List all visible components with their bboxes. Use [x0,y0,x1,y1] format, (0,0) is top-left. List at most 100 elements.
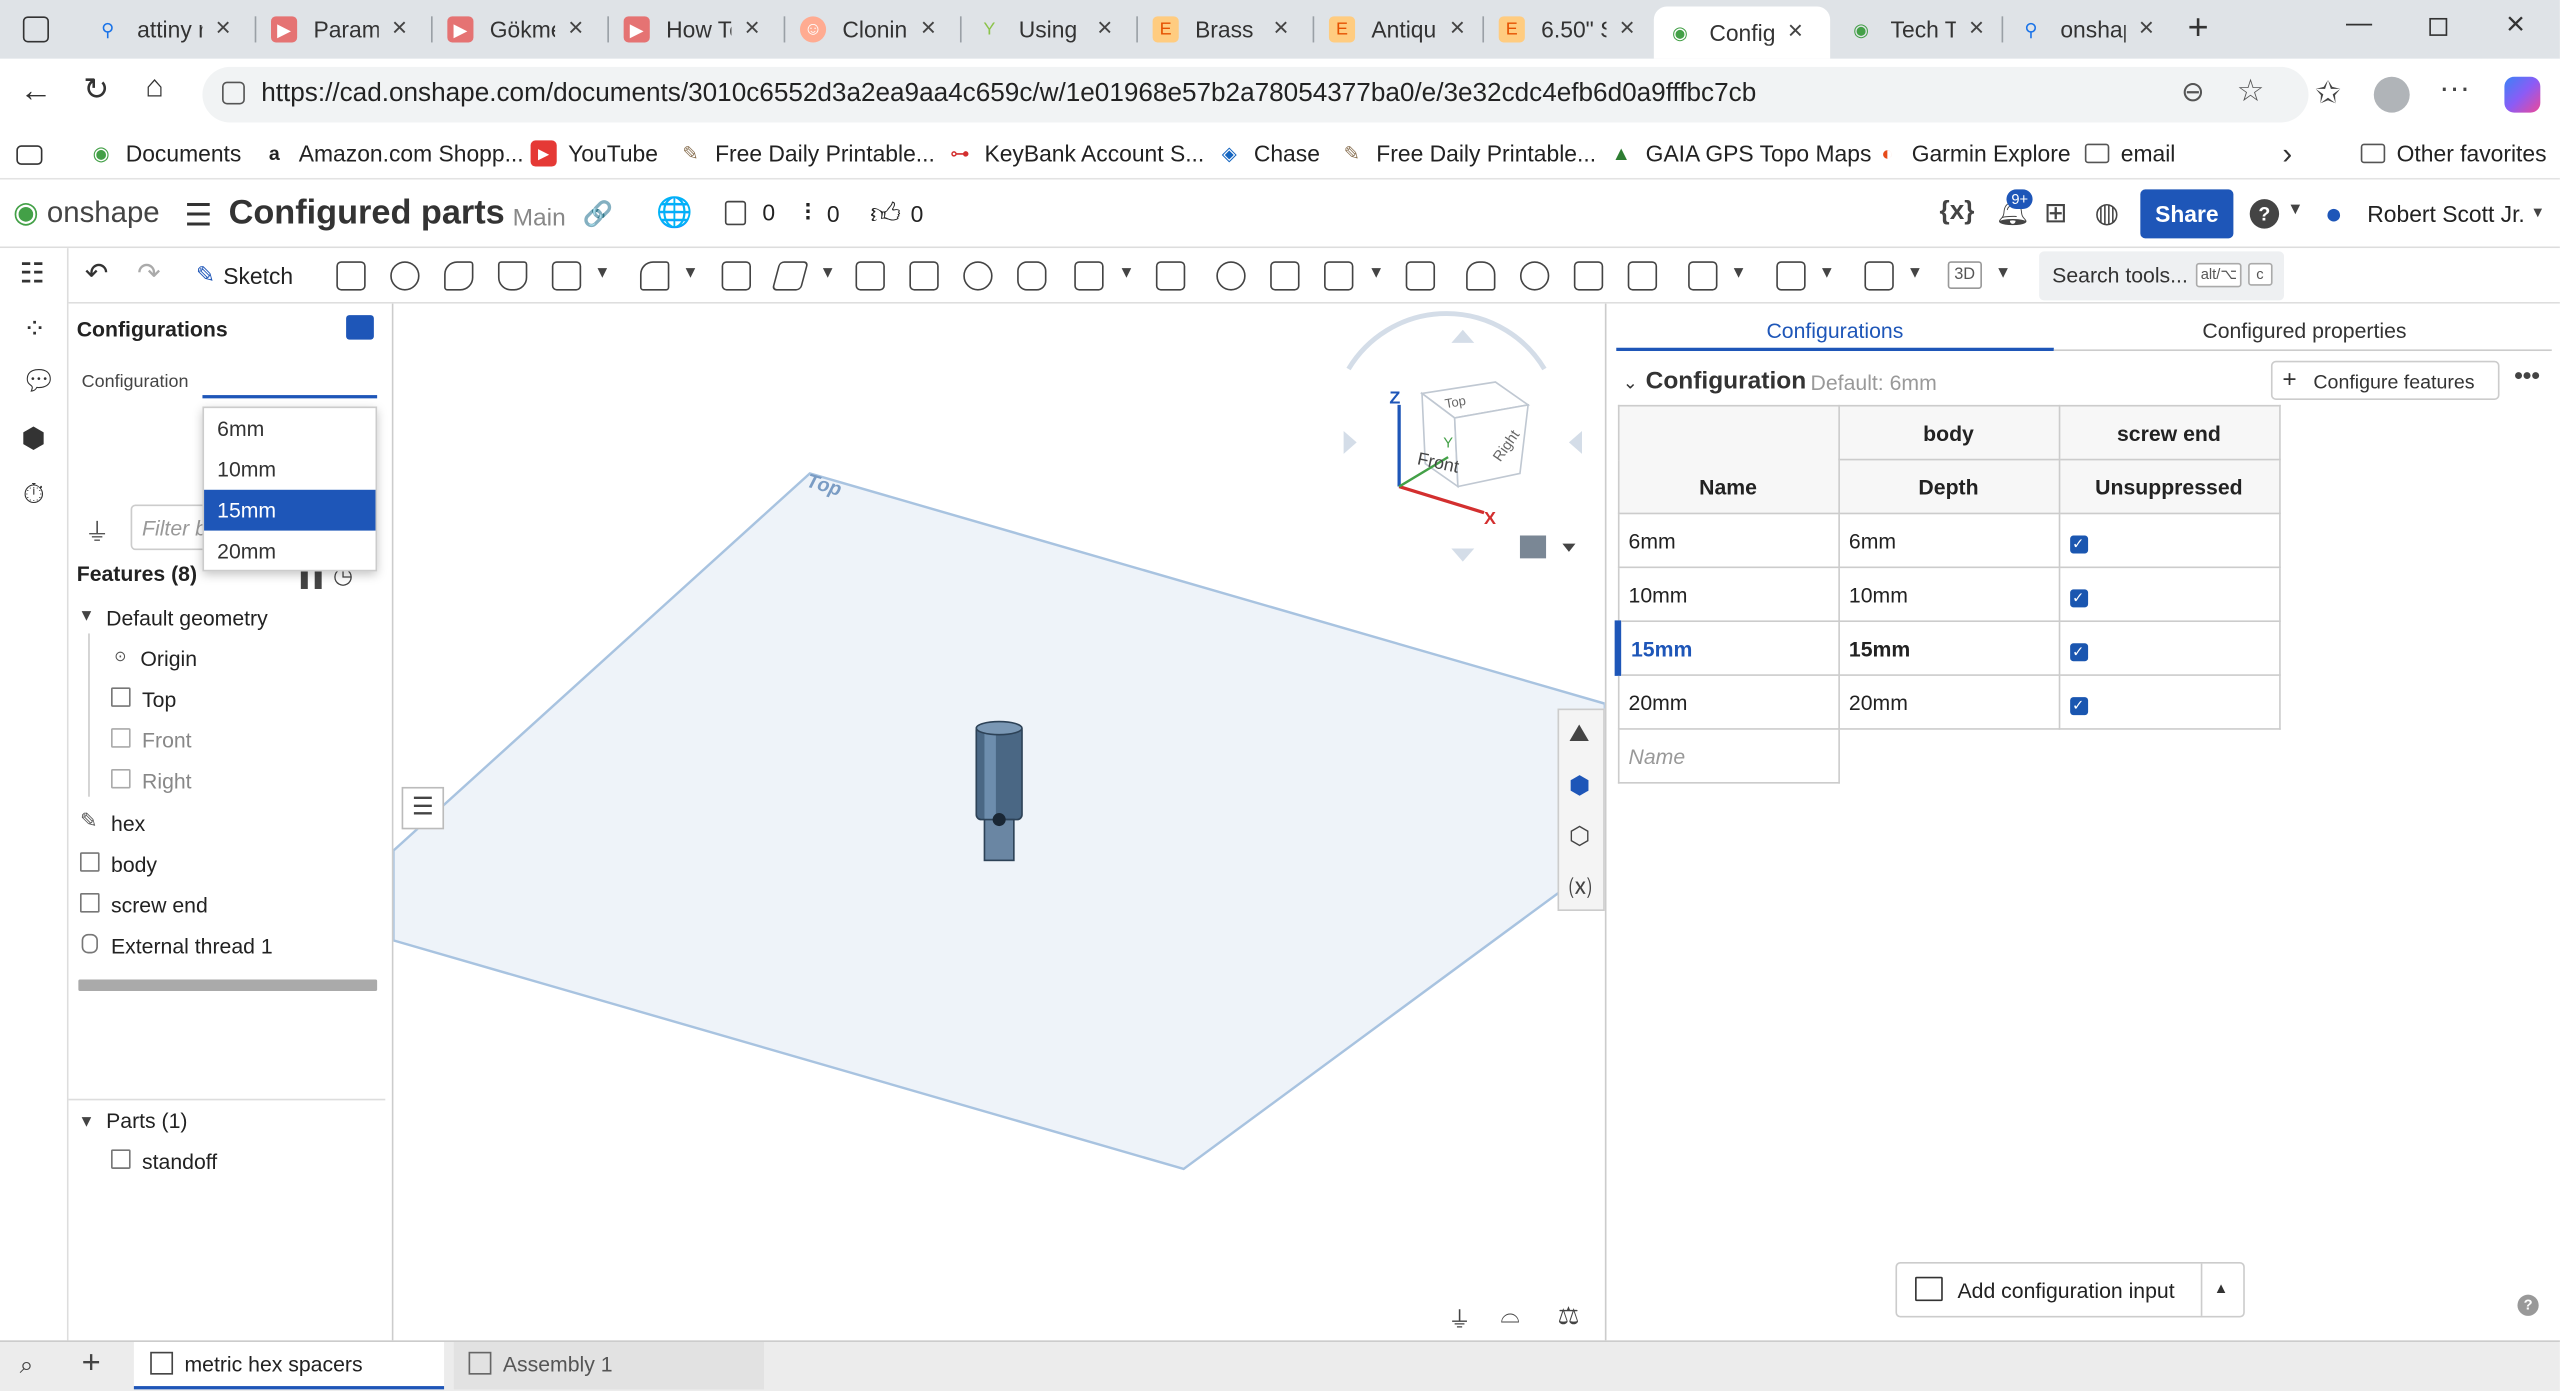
bookmark-item[interactable]: ▲ GAIA GPS Topo Maps [1608,140,1871,166]
config-table-icon[interactable] [346,315,374,340]
expand-list-icon[interactable]: ☰ [401,786,445,830]
browser-tab[interactable]: ☺Cloning× [787,7,957,53]
balance-icon[interactable]: ⚖︎ [1558,1301,1580,1331]
dropdown-option-selected[interactable]: 15mm [204,489,376,531]
sheet-metal-icon[interactable] [1864,261,1894,291]
browser-tab-active[interactable]: ◉Configu× [1653,6,1831,59]
more-options-icon[interactable]: ••• [2514,362,2540,390]
shell-icon[interactable] [909,261,939,291]
cell-depth[interactable]: 10mm [1837,566,2060,623]
browser-tab[interactable]: ▶How To× [611,7,781,53]
feature-hex[interactable]: hex [111,811,145,835]
redo-icon[interactable]: ↷ [137,258,160,291]
url-text[interactable]: https://cad.onshape.com/documents/3010c6… [261,80,1756,109]
apps-grid-icon[interactable]: ⊞ [2044,198,2067,231]
move-face-icon[interactable] [1573,261,1604,291]
cell-depth[interactable]: 6mm [1837,512,2060,569]
browser-tab[interactable]: ⚲onshap× [2005,7,2168,53]
chevron-down-icon[interactable]: ▼ [2531,204,2546,220]
feature-list-icon[interactable]: ☷ [20,258,45,291]
share-button[interactable]: Share [2140,189,2234,239]
mate-connector-icon[interactable] [1776,261,1806,291]
feature-body[interactable]: body [111,852,157,876]
delete-face-icon[interactable] [1519,261,1550,291]
feature-top[interactable]: Top [142,687,176,711]
branches-count[interactable]: ⫶ 0 [805,199,840,227]
chevron-down-icon[interactable]: ⌄ [1623,372,1638,394]
loft-icon[interactable] [497,261,528,291]
bookmark-item[interactable]: ◉ Documents [88,140,242,166]
close-icon[interactable]: × [1788,18,1803,47]
site-info-icon[interactable] [222,81,245,105]
profile-avatar[interactable] [2373,76,2410,113]
home-icon[interactable]: ⌂ [145,70,164,106]
cell-name[interactable]: 15mm [1614,620,1840,676]
filter-icon[interactable]: ⏚ [85,514,110,548]
browser-tab[interactable]: ▶Parame× [258,7,428,53]
chevron-down-icon[interactable]: ▼ [1368,264,1384,282]
favorites-icon[interactable]: ✩ [2315,75,2341,113]
other-favorites[interactable]: Other favorites [2360,140,2547,167]
measure-icon[interactable]: ⏚ [1448,1303,1471,1336]
split-icon[interactable] [1270,261,1300,291]
favorite-star-icon[interactable]: ☆ [2237,73,2265,111]
close-icon[interactable]: × [744,15,759,44]
globe-icon[interactable]: 🌐 [656,196,693,230]
document-title[interactable]: Configured parts [229,194,505,233]
feature-right[interactable]: Right [142,769,192,793]
versions-count[interactable]: 0 [724,199,775,225]
section-view-icon[interactable]: ⬢ [1569,771,1590,800]
undo-icon[interactable]: ↶ [85,258,108,291]
user-name[interactable]: Robert Scott Jr. [2367,201,2525,227]
chevron-down-icon[interactable]: ▼ [78,1113,94,1131]
back-icon[interactable]: ← [20,73,53,111]
cell-unsuppressed[interactable]: ✓ [2057,512,2280,569]
sweep-icon[interactable] [444,261,474,291]
reload-icon[interactable]: ↻ [83,72,109,110]
bookmark-item[interactable]: a Amazon.com Shopp... [261,140,524,166]
close-icon[interactable]: × [568,15,583,44]
tab-actions-icon[interactable] [22,16,49,43]
modify-fillet-icon[interactable] [1466,261,1496,291]
close-icon[interactable]: × [2139,15,2154,44]
browser-tab[interactable]: EBrass P× [1140,7,1310,53]
chevron-down-icon[interactable]: ▼ [820,264,836,282]
learning-icon[interactable]: ◍ [2095,198,2119,231]
browser-tab[interactable]: E6.50" Sc× [1486,7,1649,53]
mirror-icon[interactable] [1155,261,1186,291]
chevron-down-icon[interactable]: ▼ [1907,264,1923,282]
bookmark-item[interactable]: ◈ Chase [1216,140,1320,166]
table-row[interactable]: 10mm 10mm ✓ [1617,566,2280,623]
cell-depth[interactable]: 15mm [1837,620,2060,676]
part-standoff[interactable]: standoff [142,1149,217,1173]
cell-depth[interactable]: 20mm [1837,674,2060,730]
chevron-down-icon[interactable]: ▼ [1819,264,1835,282]
bookmark-item[interactable]: ▶ YouTube [530,140,658,167]
configure-features-button[interactable]: + Configure features [2270,360,2500,400]
thicken-icon[interactable] [551,261,582,291]
plane-icon[interactable] [1688,261,1718,291]
appearance-icon[interactable]: ⛰︎ [1569,720,1590,748]
cell-name[interactable]: 20mm [1617,674,1840,730]
restore-icon[interactable] [2429,17,2448,36]
zoom-icon[interactable]: ⊖ [2181,77,2204,110]
parts-header[interactable]: Parts (1) [106,1109,187,1133]
feature-external-thread[interactable]: External thread 1 [111,934,273,958]
dropdown-option[interactable]: 20mm [204,531,375,572]
minimize-icon[interactable]: — [2346,10,2372,39]
close-icon[interactable]: × [1620,15,1635,44]
collections-icon[interactable] [16,145,43,165]
browser-tab[interactable]: ◉Tech Tip× [1835,7,1998,53]
thread-icon[interactable] [1017,261,1047,291]
close-icon[interactable]: × [216,15,231,44]
bookmark-item[interactable]: ◐ Garmin Explore [1874,140,2070,166]
draft-icon[interactable] [771,261,809,291]
display-states-icon[interactable]: ⬡ [1569,821,1590,851]
chevron-down-icon[interactable]: ▼ [1731,264,1747,282]
insert-icon[interactable]: ⁘ [23,313,46,346]
configurations-icon[interactable]: ⬢ [21,423,45,456]
rollback-bar[interactable] [78,979,378,991]
browser-tab[interactable]: ▶Gökme× [434,7,604,53]
close-icon[interactable]: × [1969,15,1984,44]
variables-panel-icon[interactable]: ⒳ [1569,872,1592,905]
